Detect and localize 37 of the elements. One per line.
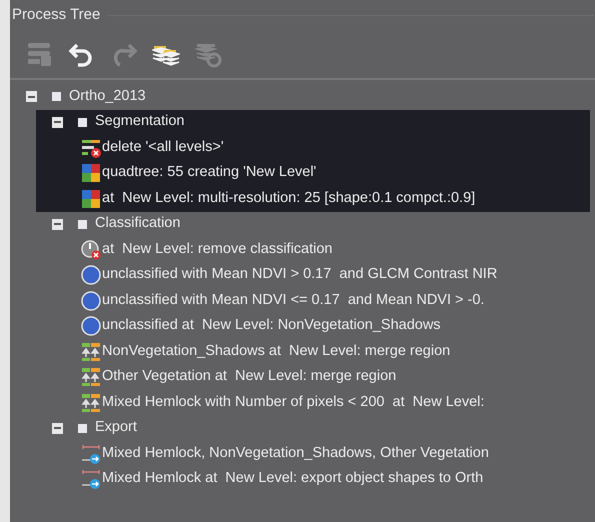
tree-node[interactable]: Segmentation <box>95 111 184 134</box>
tree-item[interactable]: unclassified with Mean NDVI <= 0.17 and Mean NDVI > -0. <box>102 290 484 312</box>
panel-title: Process Tree <box>12 4 100 25</box>
circle-icon <box>81 265 101 286</box>
merge-icon <box>81 342 101 362</box>
tree-item[interactable]: at New Level: remove classification <box>102 238 332 261</box>
tree-item[interactable]: quadtree: 55 creating 'New Level' <box>102 162 316 184</box>
merge-icon <box>81 392 101 413</box>
node-icon <box>52 92 61 102</box>
tree-item[interactable]: unclassified with Mean NDVI > 0.17 and GLCM Contrast NIR <box>102 264 498 286</box>
circle-icon <box>81 316 101 336</box>
node-icon <box>78 118 87 127</box>
tree-item[interactable]: delete '<all levels>' <box>102 136 224 159</box>
collapse-toggle[interactable] <box>26 91 37 102</box>
tree-item[interactable]: unclassified at New Level: NonVegetation_Shadows <box>102 315 441 338</box>
collapse-toggle[interactable] <box>52 422 63 434</box>
tree-node[interactable]: Classification <box>95 213 180 236</box>
tree-item[interactable]: Mixed Hemlock at New Level: export object shapes to Orth <box>102 468 484 490</box>
export-icon <box>81 469 101 490</box>
collapse-toggle[interactable] <box>52 218 63 230</box>
tree-item[interactable]: at New Level: multi-resolution: 25 [shape:0.1 compct.:0.9] <box>102 188 476 210</box>
quadrant-icon <box>81 163 101 184</box>
remove-class-icon <box>81 240 101 260</box>
tree-item[interactable]: Other Vegetation at New Level: merge region <box>102 366 396 388</box>
node-icon <box>78 424 87 433</box>
quadrant-icon <box>81 188 101 209</box>
tree-item[interactable]: Mixed Hemlock, NonVegetation_Shadows, Other Vegetation <box>102 442 489 465</box>
delete-level-icon <box>81 138 101 158</box>
tree-node[interactable]: Export <box>95 417 137 440</box>
tree-item[interactable]: NonVegetation_Shadows at New Level: merge region <box>102 340 450 363</box>
tree-node[interactable]: Ortho_2013 <box>69 86 146 108</box>
tree-item[interactable]: Mixed Hemlock with Number of pixels < 200 at New Level: <box>102 392 484 414</box>
node-icon <box>78 220 87 229</box>
export-icon <box>81 444 101 464</box>
merge-icon <box>81 367 101 388</box>
circle-icon <box>81 290 101 311</box>
collapse-toggle[interactable] <box>52 116 63 128</box>
